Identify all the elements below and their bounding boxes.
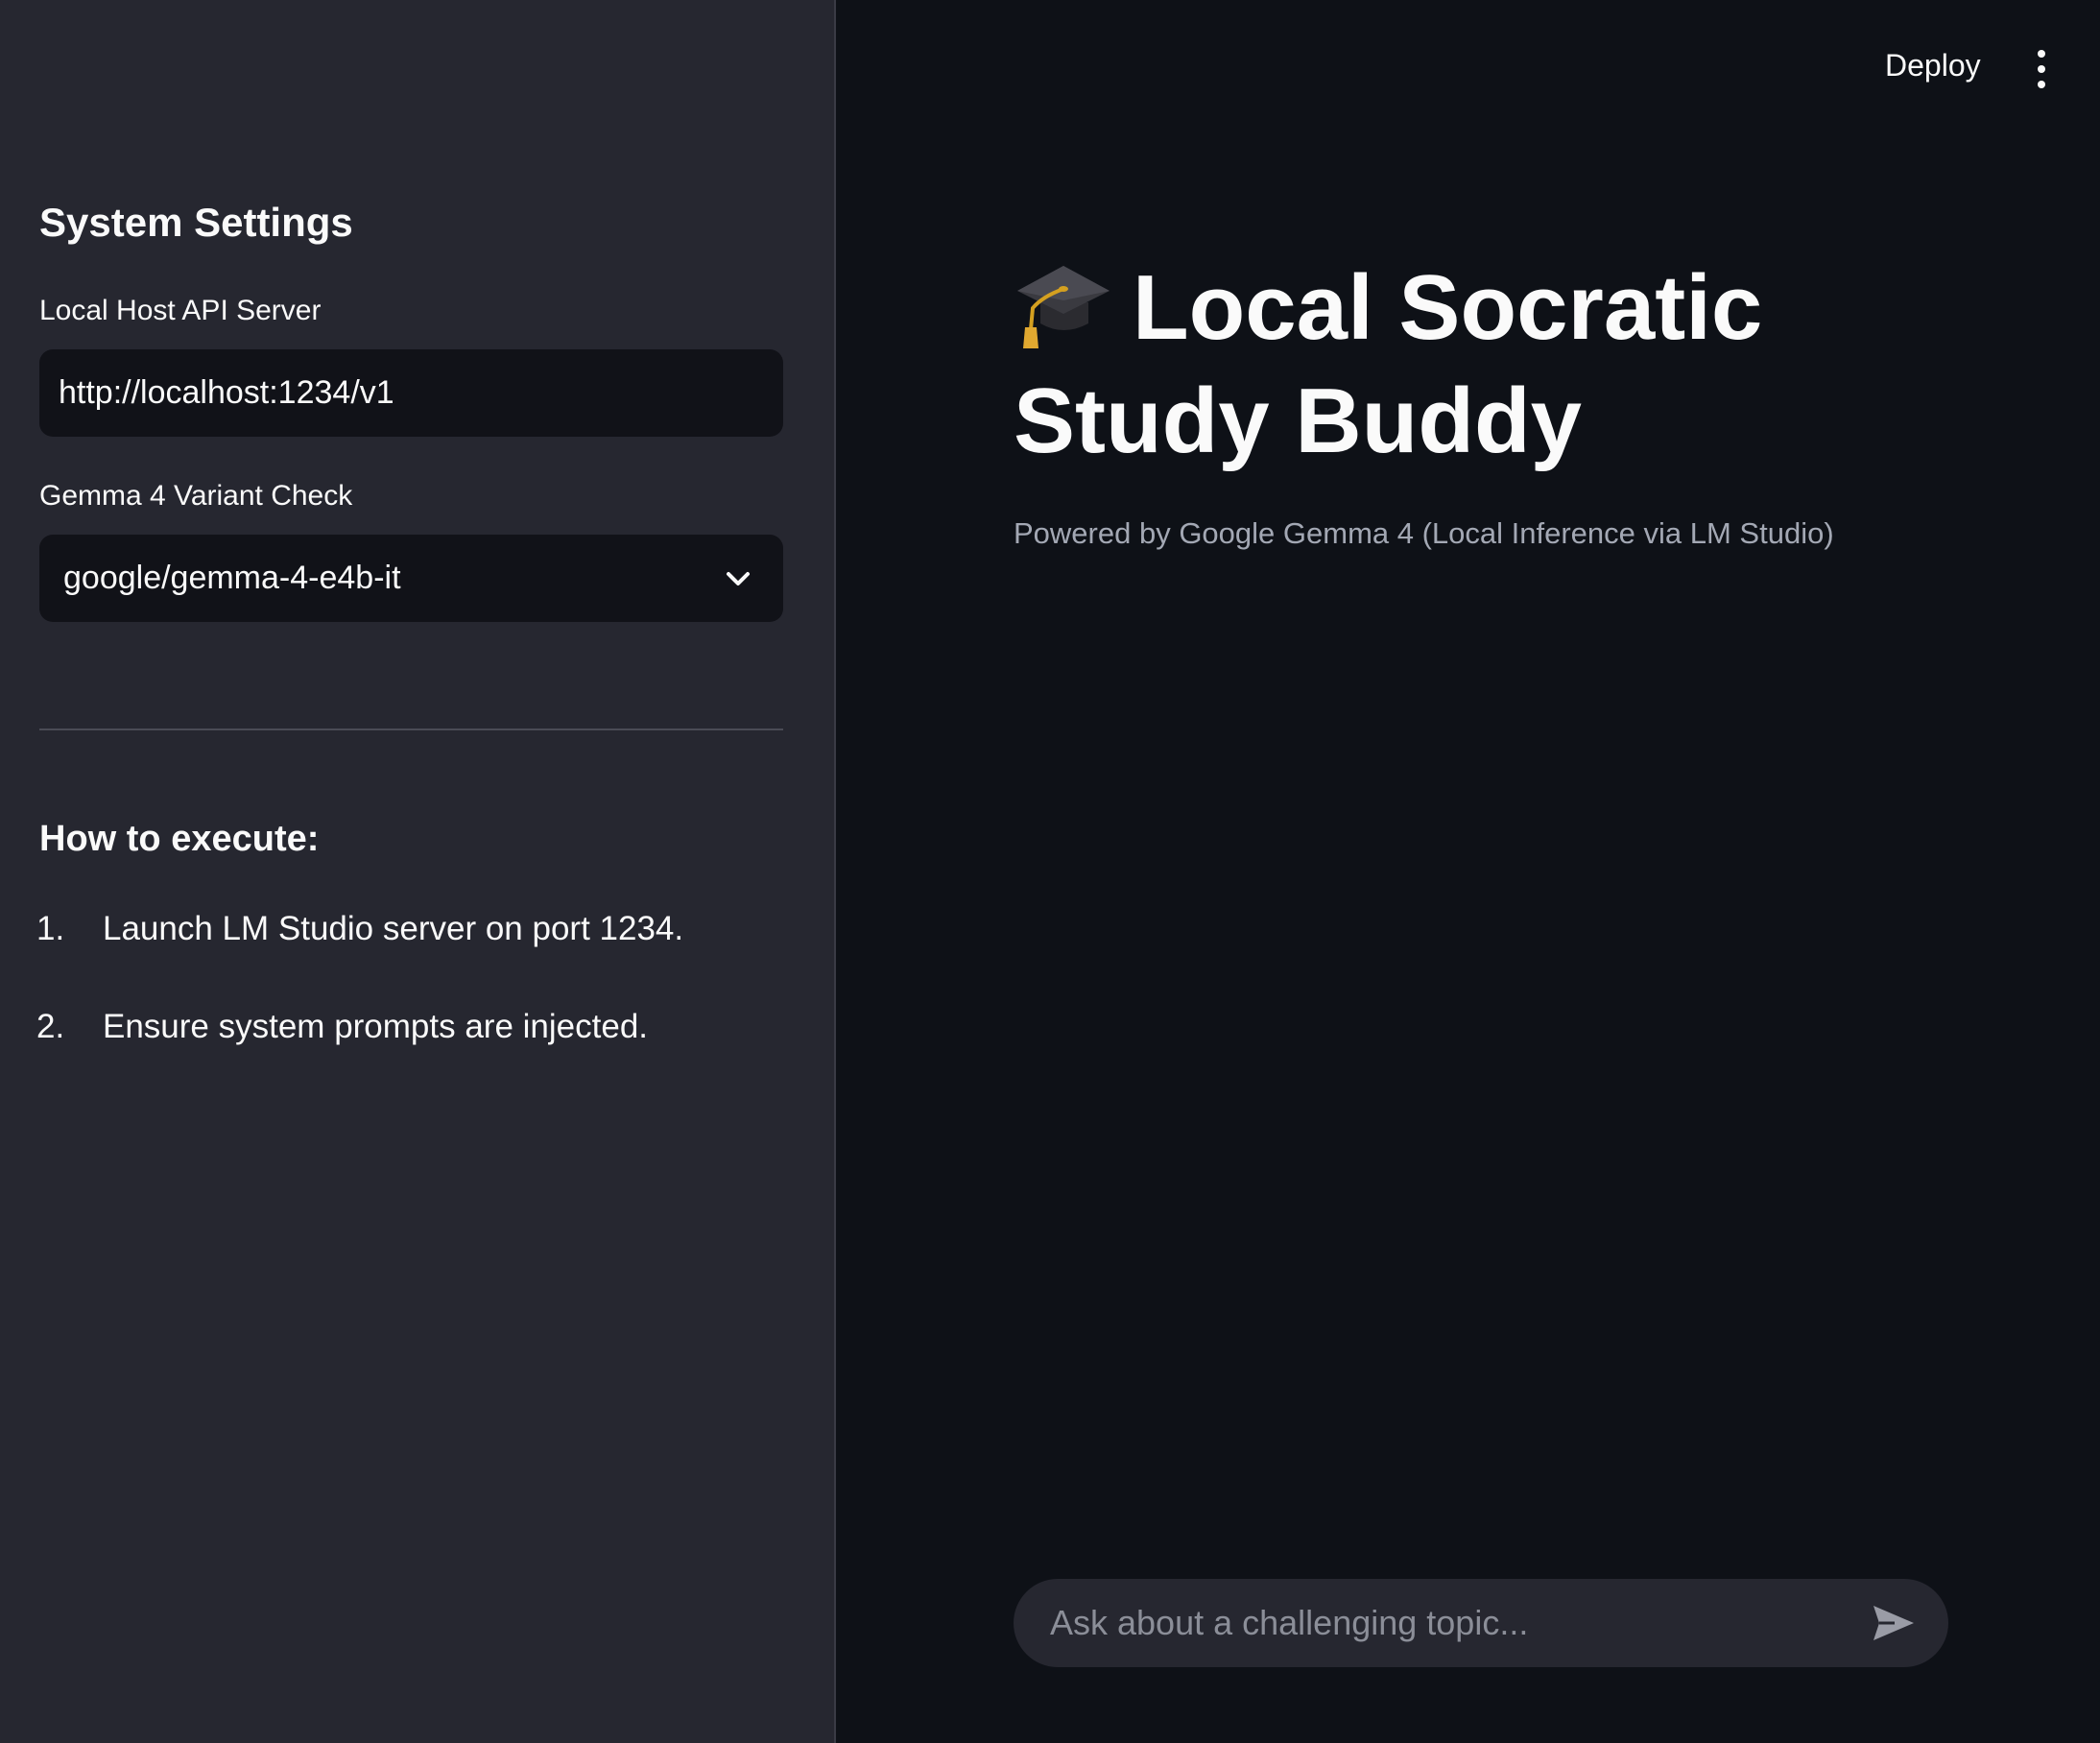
- api-server-label: Local Host API Server: [39, 295, 322, 326]
- sidebar: System Settings Local Host API Server ht…: [0, 0, 836, 1743]
- variant-select[interactable]: google/gemma-4-e4b-it: [39, 535, 783, 622]
- chat-placeholder: Ask about a challenging topic...: [1050, 1603, 1529, 1642]
- howto-heading: How to execute:: [39, 819, 320, 859]
- api-server-input[interactable]: http://localhost:1234/v1: [39, 349, 783, 437]
- chat-input[interactable]: Ask about a challenging topic...: [1014, 1579, 1948, 1667]
- step-text: Ensure system prompts are injected.: [103, 1008, 649, 1045]
- menu-dot: [2038, 50, 2045, 58]
- howto-steps-list: 1. Launch LM Studio server on port 1234.…: [36, 910, 683, 1106]
- chevron-down-icon: [722, 562, 754, 595]
- sidebar-heading: System Settings: [39, 200, 353, 245]
- app-window: System Settings Local Host API Server ht…: [0, 0, 2100, 1743]
- sidebar-divider: [39, 728, 783, 730]
- kebab-menu-icon[interactable]: [2027, 50, 2056, 88]
- menu-dot: [2038, 81, 2045, 88]
- title-text: Local Socratic Study Buddy: [1014, 256, 1763, 472]
- step-number: 1.: [36, 910, 65, 947]
- page-title: Local Socratic Study Buddy: [1014, 251, 1877, 478]
- step-text: Launch LM Studio server on port 1234.: [103, 910, 684, 947]
- list-item: 2. Ensure system prompts are injected.: [36, 1008, 683, 1106]
- deploy-button[interactable]: Deploy: [1885, 48, 1981, 84]
- api-server-value: http://localhost:1234/v1: [59, 374, 394, 411]
- page-subtitle: Powered by Google Gemma 4 (Local Inferen…: [1014, 516, 1834, 550]
- step-number: 2.: [36, 1008, 65, 1045]
- list-item: 1. Launch LM Studio server on port 1234.: [36, 910, 683, 1008]
- menu-dot: [2038, 65, 2045, 73]
- send-icon[interactable]: [1872, 1604, 1916, 1642]
- graduation-cap-icon: [1014, 254, 1113, 350]
- variant-selected-value: google/gemma-4-e4b-it: [63, 560, 401, 596]
- variant-select-label: Gemma 4 Variant Check: [39, 480, 353, 512]
